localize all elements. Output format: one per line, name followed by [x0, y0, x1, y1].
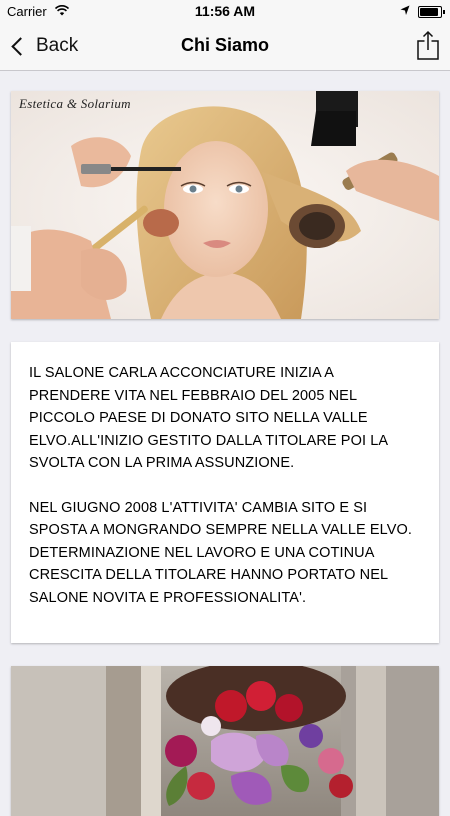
page-title: Chi Siamo	[180, 35, 269, 55]
paragraph-history: IL SALONE CARLA ACCONCIATURE INIZIA A PR…	[29, 365, 388, 471]
paragraph-relocation: NEL GIUGNO 2008 L'ATTIVITA' CAMBIA SITO …	[29, 499, 413, 539]
navigation-bar: Back Chi Siamo	[0, 22, 450, 71]
hero-image-card: Estetica & Solarium	[11, 91, 439, 319]
status-time: 11:56 AM	[194, 3, 256, 19]
about-text-card: IL SALONE CARLA ACCONCIATURE INIZIA A PR…	[11, 342, 439, 643]
battery-icon	[418, 6, 445, 18]
image-caption: Estetica & Solarium	[19, 96, 131, 111]
battery-nub	[443, 10, 445, 14]
location-arrow-icon	[400, 4, 410, 19]
flower-photo-card	[11, 666, 439, 816]
share-icon	[417, 30, 439, 60]
hero-image	[11, 91, 439, 319]
paragraph-growth: DETERMINAZIONE NEL LAVORO E UNA COTINUA …	[29, 544, 388, 606]
battery-level	[420, 8, 438, 16]
flower-photo	[11, 666, 439, 816]
share-button[interactable]	[417, 30, 439, 60]
status-bar: Carrier 11:56 AM	[0, 0, 450, 22]
